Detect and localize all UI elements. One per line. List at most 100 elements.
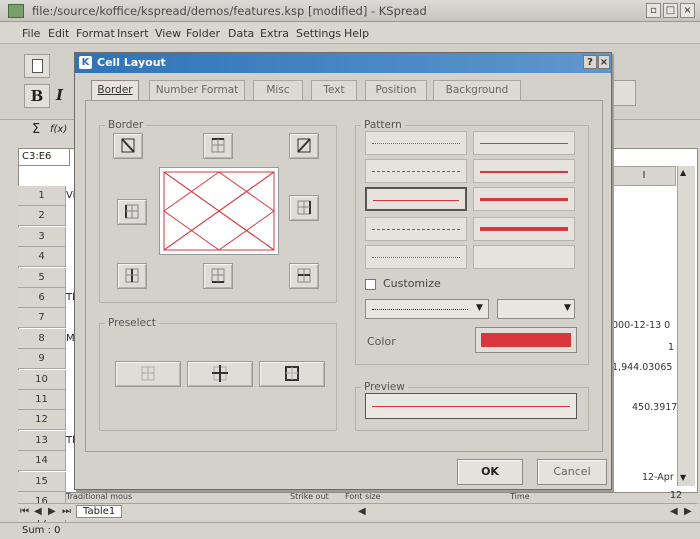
menu-format[interactable]: Format <box>76 27 115 40</box>
dialog-title: Cell Layout <box>97 56 166 69</box>
row-header[interactable]: 8 <box>18 328 66 349</box>
cell-value: 450.3917 <box>632 402 678 413</box>
prev-sheet-icon[interactable]: ◀ <box>34 506 42 517</box>
maximize-button[interactable]: □ <box>663 3 678 18</box>
diagonal-fall-border-button[interactable] <box>113 133 143 159</box>
cell-reference-field[interactable]: C3:E6 <box>18 148 70 166</box>
close-window-button[interactable]: × <box>680 3 695 18</box>
pattern-solid-selected[interactable] <box>365 187 467 211</box>
vertical-scrollbar[interactable]: ▲ ▼ <box>677 166 695 486</box>
chevron-down-icon: ▼ <box>564 303 571 313</box>
hscroll-left-icon-2[interactable]: ◀ <box>670 506 678 517</box>
row-header[interactable]: 6 <box>18 288 66 308</box>
row-header[interactable]: 3 <box>18 226 66 247</box>
menu-insert[interactable]: Insert <box>117 27 149 40</box>
pattern-empty[interactable] <box>473 245 575 269</box>
pattern-dotted-thin[interactable] <box>365 131 467 155</box>
next-sheet-icon[interactable]: ▶ <box>48 506 56 517</box>
scroll-down-icon[interactable]: ▼ <box>680 473 686 482</box>
menu-bar: File Edit Format Insert View Folder Data… <box>0 22 700 44</box>
preview-group-label: Preview <box>361 381 408 393</box>
row-header[interactable]: 13 <box>18 430 66 451</box>
customize-checkbox[interactable] <box>365 279 376 290</box>
italic-button[interactable]: I <box>56 86 63 104</box>
menu-data[interactable]: Data <box>228 27 254 40</box>
row-header[interactable]: 11 <box>18 390 66 410</box>
pattern-group-label: Pattern <box>361 119 405 131</box>
pattern-dashed[interactable] <box>365 159 467 183</box>
sheet-tab-bar: ⏮ ◀ ▶ ⏭ Table1 ◀ ◀ ▶ <box>18 503 698 520</box>
menu-extra[interactable]: Extra <box>260 27 289 40</box>
tab-text[interactable]: Text <box>311 80 357 100</box>
color-swatch <box>481 333 571 347</box>
kspread-app-icon <box>8 4 24 18</box>
menu-file[interactable]: File <box>22 27 40 40</box>
preselect-group-label: Preselect <box>105 317 159 329</box>
preselect-outline-button[interactable] <box>259 361 325 387</box>
cell-text: Traditional mous <box>66 492 133 501</box>
pattern-solid-2[interactable] <box>473 159 575 183</box>
color-button[interactable] <box>475 327 577 353</box>
preview-box <box>365 393 577 419</box>
hscroll-left-icon[interactable]: ◀ <box>358 506 366 517</box>
horizontal-inner-border-button[interactable] <box>289 263 319 289</box>
cell-value: 12 <box>670 490 683 501</box>
kde-icon: K <box>79 56 92 69</box>
minimize-button[interactable]: ▫ <box>646 3 661 18</box>
cell-text: Font size <box>345 492 381 501</box>
left-border-button[interactable] <box>117 199 147 225</box>
toolbar-right-button[interactable] <box>612 80 636 106</box>
vertical-inner-border-button[interactable] <box>117 263 147 289</box>
row-header[interactable]: 9 <box>18 349 66 370</box>
row-header[interactable]: 10 <box>18 369 66 390</box>
cancel-button[interactable]: Cancel <box>537 459 607 485</box>
function-button[interactable]: f(x) <box>50 124 67 135</box>
tab-background[interactable]: Background <box>433 80 521 100</box>
menu-help[interactable]: Help <box>344 27 369 40</box>
tab-border[interactable]: Border <box>91 80 139 100</box>
last-sheet-icon[interactable]: ⏭ <box>62 506 71 517</box>
preselect-none-button[interactable] <box>115 361 181 387</box>
menu-view[interactable]: View <box>155 27 181 40</box>
pattern-solid-3[interactable] <box>473 187 575 211</box>
row-header[interactable]: 5 <box>18 267 66 288</box>
row-header[interactable]: 7 <box>18 308 66 329</box>
row-header[interactable]: 14 <box>18 451 66 472</box>
ok-button[interactable]: OK <box>457 459 523 485</box>
bottom-border-button[interactable] <box>203 263 233 289</box>
new-document-icon[interactable] <box>24 54 50 78</box>
line-width-combo[interactable]: ▼ <box>497 299 575 319</box>
pattern-dash-dot[interactable] <box>365 217 467 241</box>
pattern-solid-4[interactable] <box>473 217 575 241</box>
dialog-title-bar: K Cell Layout ? × <box>75 53 611 73</box>
row-header[interactable]: 15 <box>18 471 66 492</box>
preselect-inside-button[interactable] <box>187 361 253 387</box>
column-header-i[interactable]: I <box>612 166 676 186</box>
pattern-solid-1[interactable] <box>473 131 575 155</box>
scroll-up-icon[interactable]: ▲ <box>680 168 686 177</box>
menu-folder[interactable]: Folder <box>186 27 220 40</box>
bold-button[interactable]: B <box>24 84 50 108</box>
top-border-button[interactable] <box>203 133 233 159</box>
cell-value: 1,944.03065 <box>612 362 673 373</box>
sum-button[interactable]: Σ <box>32 122 40 137</box>
dialog-close-button[interactable]: × <box>598 55 610 69</box>
hscroll-right-icon[interactable]: ▶ <box>684 506 692 517</box>
pattern-dash-dot-dot[interactable] <box>365 245 467 269</box>
diagonal-rise-border-button[interactable] <box>289 133 319 159</box>
row-header[interactable]: 12 <box>18 410 66 431</box>
tab-position[interactable]: Position <box>365 80 427 100</box>
sheet-tab-table1[interactable]: Table1 <box>76 505 123 518</box>
row-header[interactable]: 2 <box>18 206 66 227</box>
border-preview-area[interactable] <box>159 167 279 255</box>
tab-number-format[interactable]: Number Format <box>149 80 245 100</box>
right-border-button[interactable] <box>289 195 319 221</box>
row-header[interactable]: 4 <box>18 247 66 268</box>
help-button[interactable]: ? <box>583 55 597 69</box>
menu-edit[interactable]: Edit <box>48 27 69 40</box>
row-header[interactable]: 1 <box>18 186 66 206</box>
line-style-combo[interactable]: ▼ <box>365 299 489 319</box>
first-sheet-icon[interactable]: ⏮ <box>20 506 29 517</box>
menu-settings[interactable]: Settings <box>296 27 341 40</box>
tab-misc[interactable]: Misc <box>253 80 303 100</box>
